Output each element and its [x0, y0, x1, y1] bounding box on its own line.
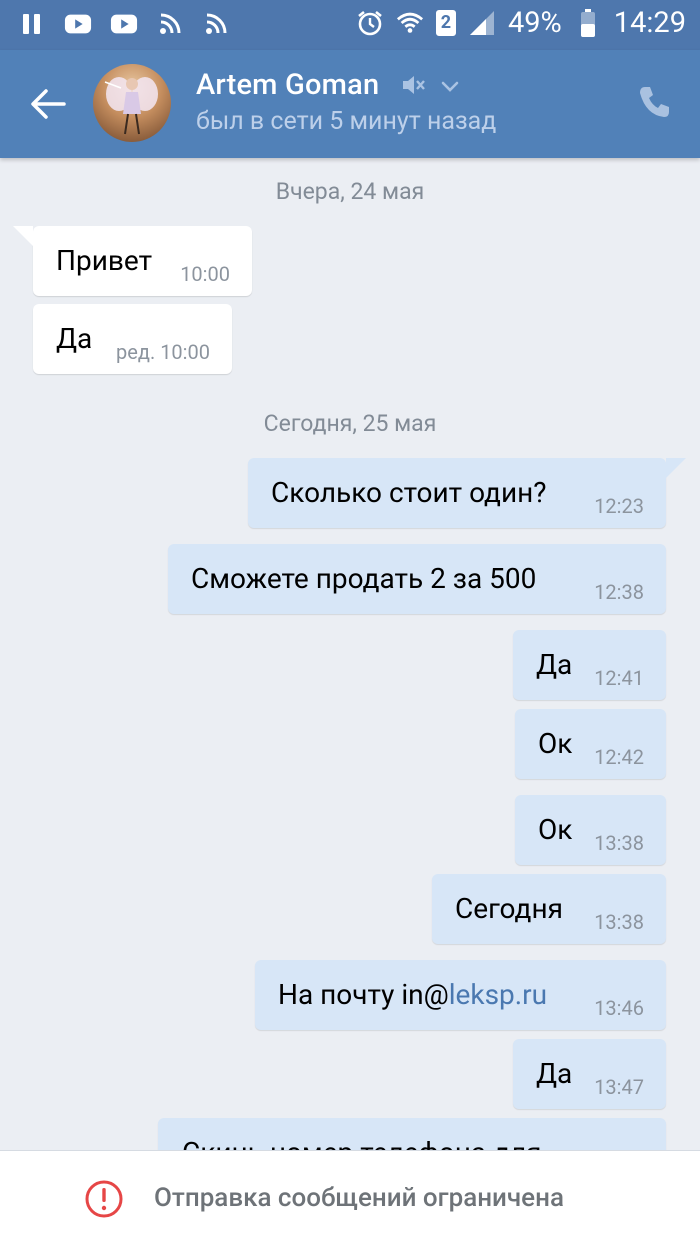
message-text: Да [536, 1057, 573, 1090]
alarm-icon [356, 9, 384, 37]
muted-icon [400, 72, 426, 102]
signal-icon [468, 9, 496, 37]
message-list[interactable]: Вчера, 24 мая Привет 10:00 Да ред. 10:00… [0, 158, 700, 1150]
battery-icon [574, 9, 602, 37]
message-bubble[interactable]: Скинь номер телефона для [158, 1118, 666, 1150]
name-icons [400, 72, 460, 102]
message-text: Сможете продать 2 за 500 [191, 562, 537, 595]
message-text: Ок [538, 813, 573, 846]
message-time: 12:42 [594, 745, 644, 769]
wifi-icon [396, 9, 424, 37]
message-time: 13:46 [594, 996, 644, 1020]
last-seen-status: был в сети 5 минут назад [196, 107, 497, 136]
status-bar: 2 49% 14:29 [0, 0, 700, 50]
message-bubble[interactable]: Да ред. 10:00 [33, 304, 232, 374]
message-text: Да [536, 648, 573, 681]
message-text-prefix: На почту in@ [278, 978, 449, 1011]
email-link[interactable]: leksp.ru [449, 978, 547, 1011]
message-bubble[interactable]: Привет 10:00 [13, 226, 252, 296]
restricted-notice-text: Отправка сообщений ограничена [154, 1183, 564, 1213]
restricted-notice-bar: Отправка сообщений ограничена [0, 1150, 700, 1244]
back-arrow-icon[interactable] [28, 84, 68, 124]
battery-percent: 49% [507, 6, 562, 40]
phone-icon[interactable] [636, 84, 672, 120]
message-bubble[interactable]: Ок 12:42 [515, 709, 666, 779]
message-time: 12:41 [594, 666, 644, 690]
message-time: 13:47 [594, 1075, 644, 1099]
system-status: 2 49% 14:29 [356, 6, 686, 40]
date-separator: Сегодня, 25 мая [263, 410, 437, 437]
message-text: На почту in@leksp.ru [278, 978, 547, 1011]
message-bubble[interactable]: Сколько стоит один? 12:23 [248, 458, 686, 528]
message-bubble[interactable]: Ок 13:38 [515, 795, 666, 865]
message-time: 13:38 [594, 910, 644, 934]
rss-icon [156, 10, 184, 38]
message-text: Да [56, 322, 93, 355]
date-separator: Вчера, 24 мая [275, 178, 425, 205]
message-text: Сколько стоит один? [271, 476, 547, 509]
message-time: 13:38 [594, 831, 644, 855]
message-text: Ок [538, 727, 573, 760]
message-text: Скинь номер телефона для [182, 1136, 542, 1150]
message-bubble[interactable]: Да 13:47 [513, 1039, 666, 1109]
clock: 14:29 [613, 6, 686, 40]
chat-header: Artem Goman был в сети 5 минут назад [0, 50, 700, 158]
avatar[interactable] [93, 64, 171, 142]
message-time: ред. 10:00 [116, 340, 210, 364]
message-time: 12:23 [594, 494, 644, 518]
message-time: 10:00 [180, 262, 230, 286]
alert-circle-icon [84, 1179, 124, 1219]
rss-icon [202, 10, 230, 38]
message-bubble[interactable]: На почту in@leksp.ru 13:46 [255, 960, 666, 1030]
message-text: Сегодня [455, 892, 563, 925]
pause-icon [18, 10, 46, 38]
message-bubble[interactable]: Сегодня 13:38 [432, 874, 666, 944]
contact-name[interactable]: Artem Goman [196, 68, 379, 102]
youtube-icon [64, 10, 92, 38]
chevron-down-icon[interactable] [440, 78, 460, 97]
sim-icon: 2 [435, 10, 456, 36]
message-text: Привет [56, 244, 153, 277]
notification-icons [18, 10, 230, 38]
message-bubble[interactable]: Сможете продать 2 за 500 12:38 [168, 544, 666, 614]
youtube-icon [110, 10, 138, 38]
message-bubble[interactable]: Да 12:41 [513, 630, 666, 700]
message-time: 12:38 [594, 580, 644, 604]
